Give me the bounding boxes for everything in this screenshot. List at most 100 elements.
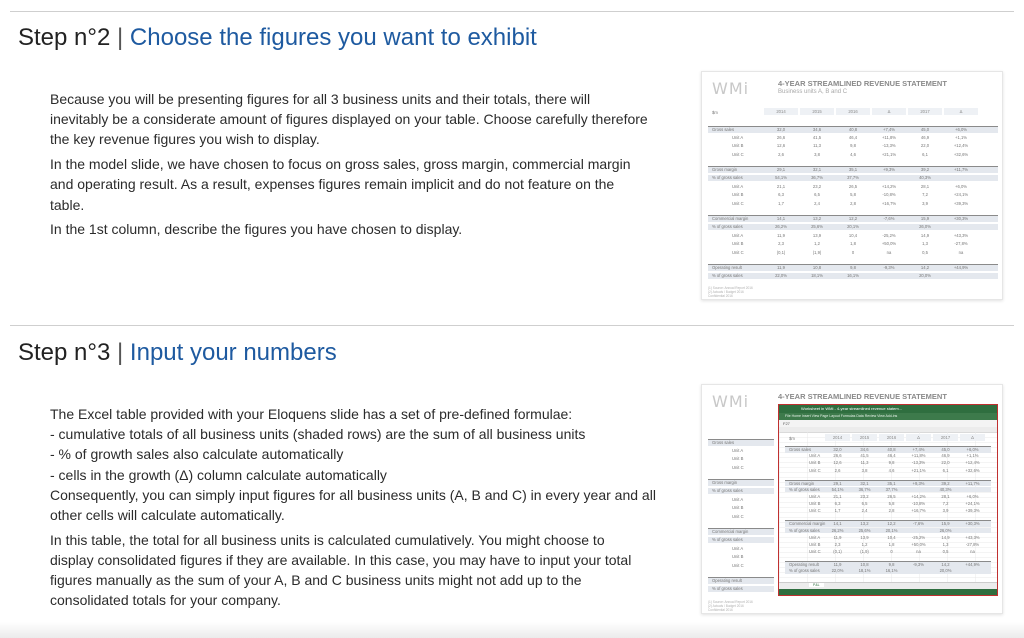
table-cell[interactable]: 6,5 bbox=[852, 501, 877, 506]
table-cell[interactable]: 10,4 bbox=[879, 535, 904, 540]
table-cell[interactable]: 39,2 bbox=[933, 481, 958, 486]
table-cell[interactable]: 45,0 bbox=[933, 447, 958, 452]
table-cell[interactable]: +16,7% bbox=[906, 508, 931, 513]
table-cell[interactable]: -25,2% bbox=[906, 535, 931, 540]
table-cell[interactable]: -27,8% bbox=[960, 542, 985, 547]
table-cell[interactable]: 9,8 bbox=[879, 460, 904, 465]
table-cell[interactable]: 9,8 bbox=[879, 562, 904, 567]
table-cell[interactable]: 46,4 bbox=[879, 453, 904, 458]
table-cell[interactable]: +9,3% bbox=[906, 481, 931, 486]
table-cell[interactable]: 2,6 bbox=[825, 468, 850, 473]
table-cell[interactable]: +1,1% bbox=[960, 453, 985, 458]
table-cell[interactable]: 12,2 bbox=[879, 521, 904, 526]
table-cell[interactable]: 11,9 bbox=[825, 562, 850, 567]
table-cell[interactable]: +44,9% bbox=[960, 562, 985, 567]
table-cell[interactable]: 6,3 bbox=[825, 501, 850, 506]
table-cell[interactable]: 35,1 bbox=[879, 481, 904, 486]
table-cell[interactable]: 25,6% bbox=[852, 528, 877, 533]
table-cell[interactable]: 3,8 bbox=[852, 468, 877, 473]
table-cell[interactable]: +14,2% bbox=[906, 494, 931, 499]
table-cell[interactable]: 26,0% bbox=[933, 528, 958, 533]
table-cell[interactable]: 1,2 bbox=[852, 542, 877, 547]
table-cell[interactable]: 20,1% bbox=[879, 528, 904, 533]
table-cell[interactable]: 2,3 bbox=[825, 542, 850, 547]
table-cell[interactable]: 1,8 bbox=[879, 542, 904, 547]
table-cell[interactable]: 20,0% bbox=[933, 568, 958, 573]
table-cell[interactable]: +43,3% bbox=[960, 535, 985, 540]
table-cell[interactable]: +6,0% bbox=[960, 447, 985, 452]
table-cell[interactable]: 14,9 bbox=[933, 535, 958, 540]
table-cell[interactable]: 11,3 bbox=[852, 460, 877, 465]
table-cell: 2,3 bbox=[778, 241, 784, 247]
table-cell: 23,2 bbox=[812, 183, 822, 189]
table-cell[interactable]: 54,1% bbox=[825, 487, 850, 492]
table-cell[interactable]: (1,9) bbox=[852, 549, 877, 554]
table-cell[interactable]: 37,7% bbox=[879, 487, 904, 492]
table-cell[interactable]: 15,9 bbox=[933, 521, 958, 526]
table-cell: -7,6% bbox=[883, 216, 895, 222]
table-cell[interactable]: 18,1% bbox=[852, 568, 877, 573]
table-cell[interactable]: 46,9 bbox=[933, 453, 958, 458]
table-cell[interactable]: 0,5 bbox=[933, 549, 958, 554]
table-cell[interactable]: +24,1% bbox=[960, 501, 985, 506]
table-cell[interactable]: 34,6 bbox=[852, 447, 877, 452]
table-cell[interactable]: +7,4% bbox=[906, 447, 931, 452]
table-cell[interactable]: 0 bbox=[879, 549, 904, 554]
table-cell: na bbox=[886, 249, 892, 255]
table-cell: 13,9 bbox=[812, 232, 822, 238]
table-cell: 22,0 bbox=[920, 143, 930, 149]
table-cell[interactable]: 32,0 bbox=[825, 447, 850, 452]
table-cell[interactable]: 3,9 bbox=[933, 508, 958, 513]
table-cell[interactable]: +32,6% bbox=[960, 468, 985, 473]
table-cell[interactable]: 12,6 bbox=[825, 460, 850, 465]
table-cell[interactable]: +30,3% bbox=[960, 521, 985, 526]
table-cell[interactable]: -7,6% bbox=[906, 521, 931, 526]
table-cell[interactable]: 2,4 bbox=[852, 508, 877, 513]
table-cell[interactable]: 28,1 bbox=[933, 494, 958, 499]
table-cell[interactable]: 1,3 bbox=[933, 542, 958, 547]
table-cell[interactable]: 13,9 bbox=[852, 535, 877, 540]
table-cell[interactable]: +11,8% bbox=[906, 453, 931, 458]
table-cell[interactable]: 40,8 bbox=[879, 447, 904, 452]
table-cell[interactable]: +6,0% bbox=[960, 494, 985, 499]
table-cell[interactable]: -13,3% bbox=[906, 460, 931, 465]
table-cell[interactable]: 22,0 bbox=[933, 460, 958, 465]
table-cell[interactable]: 23,2 bbox=[852, 494, 877, 499]
table-cell[interactable]: 36,7% bbox=[852, 487, 877, 492]
table-cell[interactable]: 16,1% bbox=[879, 568, 904, 573]
table-cell[interactable]: 40,3% bbox=[933, 487, 958, 492]
row-label: Operating result bbox=[712, 265, 742, 271]
table-cell[interactable]: +39,3% bbox=[960, 508, 985, 513]
table-cell[interactable]: +11,7% bbox=[960, 481, 985, 486]
table-cell[interactable]: 6,1 bbox=[933, 468, 958, 473]
table-cell[interactable]: 4,6 bbox=[879, 468, 904, 473]
table-cell[interactable]: -10,8% bbox=[906, 501, 931, 506]
table-cell[interactable]: 11,9 bbox=[825, 535, 850, 540]
table-cell[interactable]: 29,1 bbox=[825, 481, 850, 486]
table-cell[interactable]: 21,1 bbox=[825, 494, 850, 499]
table-cell[interactable]: 7,2 bbox=[933, 501, 958, 506]
table-cell[interactable]: 26,2% bbox=[825, 528, 850, 533]
table-cell[interactable]: 1,7 bbox=[825, 508, 850, 513]
table-cell[interactable]: 41,5 bbox=[852, 453, 877, 458]
table-cell: 15,9 bbox=[920, 216, 930, 222]
table-cell[interactable]: 26,5 bbox=[879, 494, 904, 499]
table-cell[interactable]: 22,0% bbox=[825, 568, 850, 573]
table-cell[interactable]: 10,8 bbox=[852, 562, 877, 567]
row-label: Unit C bbox=[732, 513, 744, 519]
table-cell[interactable]: 14,2 bbox=[933, 562, 958, 567]
table-cell[interactable]: 14,1 bbox=[825, 521, 850, 526]
table-cell[interactable]: +50,0% bbox=[906, 542, 931, 547]
table-cell[interactable]: 32,1 bbox=[852, 481, 877, 486]
table-cell[interactable]: na bbox=[960, 549, 985, 554]
table-cell[interactable]: 2,8 bbox=[879, 508, 904, 513]
table-cell[interactable]: 26,6 bbox=[825, 453, 850, 458]
table-cell[interactable]: +21,1% bbox=[906, 468, 931, 473]
table-cell[interactable]: +12,4% bbox=[960, 460, 985, 465]
table-cell[interactable]: -9,3% bbox=[906, 562, 931, 567]
table-cell[interactable]: (0,1) bbox=[825, 549, 850, 554]
table-cell[interactable]: 5,8 bbox=[879, 501, 904, 506]
table-cell[interactable]: 13,2 bbox=[852, 521, 877, 526]
step3-number: Step n°3 bbox=[18, 339, 111, 366]
table-cell[interactable]: na bbox=[906, 549, 931, 554]
